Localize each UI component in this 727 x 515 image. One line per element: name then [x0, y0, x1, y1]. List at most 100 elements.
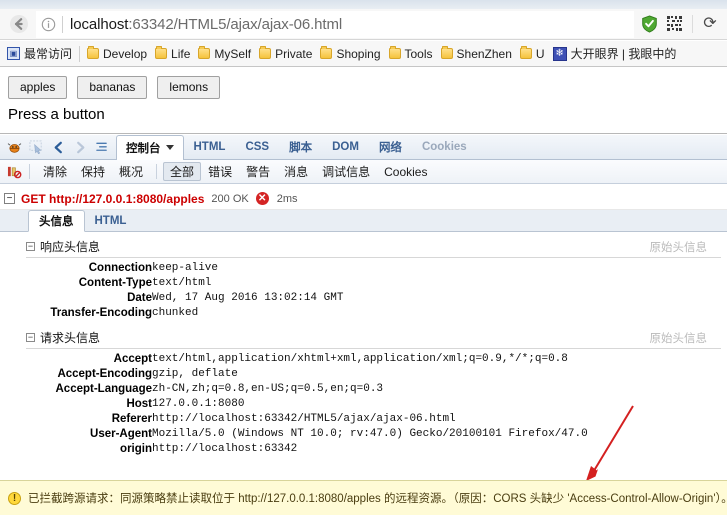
- tab-console[interactable]: 控制台: [116, 135, 184, 160]
- bananas-button[interactable]: bananas: [77, 76, 148, 99]
- tab-response-html[interactable]: HTML: [85, 210, 137, 231]
- bookmark-folder-private[interactable]: Private: [255, 44, 316, 64]
- header-name: Date: [127, 292, 152, 304]
- profile-button[interactable]: 概况: [112, 162, 150, 181]
- header-name: Accept-Language: [55, 383, 153, 395]
- tab-dom[interactable]: DOM: [322, 135, 369, 159]
- bookmark-folder-shoping[interactable]: Shoping: [316, 44, 384, 64]
- clear-button[interactable]: 清除: [36, 162, 74, 181]
- bookmark-folder-u[interactable]: U: [516, 44, 549, 64]
- tab-script[interactable]: 脚本: [279, 135, 322, 159]
- request-method-url[interactable]: GET http://127.0.0.1:8080/apples: [21, 192, 204, 206]
- browser-navigation-bar: localhost:63342/HTML5/ajax/ajax-06.html: [0, 9, 727, 40]
- forward-nav-icon[interactable]: [70, 137, 90, 157]
- paw-icon: ❄: [552, 46, 567, 61]
- url-bar[interactable]: localhost:63342/HTML5/ajax/ajax-06.html: [36, 10, 634, 38]
- header-value: Mozilla/5.0 (Windows NT 10.0; rv:47.0) G…: [152, 428, 588, 440]
- header-value: chunked: [152, 307, 199, 319]
- response-headers-title-row: − 响应头信息 原始头信息: [26, 238, 721, 258]
- back-arrow-icon[interactable]: [4, 11, 34, 37]
- toolbar-separator: [156, 164, 158, 179]
- reload-icon[interactable]: ⟳: [697, 11, 723, 37]
- page-viewport: apples bananas lemons Press a button: [0, 68, 727, 134]
- most-visited-icon: ▣: [7, 47, 20, 60]
- collapse-toggle-icon[interactable]: −: [26, 333, 35, 342]
- tab-network[interactable]: 网络: [369, 135, 412, 159]
- filter-all[interactable]: 全部: [163, 162, 202, 181]
- header-name: Accept: [113, 353, 152, 365]
- request-time: 2ms: [276, 192, 298, 205]
- lemons-button[interactable]: lemons: [157, 76, 221, 99]
- table-row: Connection keep-alive: [26, 261, 343, 276]
- response-headers-group: − 响应头信息 原始头信息 Connection keep-alive Cont…: [26, 238, 721, 321]
- table-row: Date Wed, 17 Aug 2016 13:02:14 GMT: [26, 291, 343, 306]
- header-name: Host: [126, 398, 152, 410]
- bookmark-folder-develop[interactable]: Develop: [83, 44, 151, 64]
- apples-button[interactable]: apples: [8, 76, 68, 99]
- header-value: text/html: [152, 277, 212, 289]
- persist-button[interactable]: 保持: [74, 162, 112, 181]
- clear-on-reload-icon[interactable]: [5, 163, 23, 181]
- header-name: origin: [120, 443, 152, 455]
- bookmark-folder-tools[interactable]: Tools: [385, 44, 437, 64]
- url-text: localhost:63342/HTML5/ajax/ajax-06.html: [70, 16, 342, 33]
- header-name: Content-Type: [78, 277, 152, 289]
- filter-errors[interactable]: 错误: [201, 162, 239, 181]
- network-request-row[interactable]: − GET http://127.0.0.1:8080/apples 200 O…: [0, 188, 727, 210]
- collapse-toggle-icon[interactable]: −: [4, 193, 15, 204]
- table-row: Transfer-Encoding chunked: [26, 306, 343, 321]
- tab-headers[interactable]: 头信息: [28, 210, 85, 232]
- tab-css[interactable]: CSS: [235, 135, 279, 159]
- console-filter-toolbar: 清除 保持 概况 全部 错误 警告 消息 调试信息 Cookies: [0, 160, 727, 184]
- header-value: http://localhost:63342: [152, 443, 298, 455]
- raw-headers-link[interactable]: 原始头信息: [650, 239, 708, 255]
- table-row: Content-Type text/html: [26, 276, 343, 291]
- demo-button-row: apples bananas lemons: [8, 76, 727, 99]
- bookmark-folder-life[interactable]: Life: [151, 44, 194, 64]
- table-row: User-Agent Mozilla/5.0 (Windows NT 10.0;…: [26, 427, 588, 442]
- filter-warnings[interactable]: 警告: [239, 162, 277, 181]
- folder-icon: [388, 46, 401, 59]
- bookmark-most-visited[interactable]: ▣ 最常访问: [3, 44, 76, 64]
- bookmark-folder-shenzhen[interactable]: ShenZhen: [437, 44, 516, 64]
- header-value: zh-CN,zh;q=0.8,en-US;q=0.5,en;q=0.3: [152, 383, 384, 395]
- firebug-bug-icon[interactable]: [4, 137, 24, 157]
- shield-icon[interactable]: [636, 11, 662, 37]
- header-value: http://localhost:63342/HTML5/ajax/ajax-0…: [152, 413, 456, 425]
- bookmark-site-dakaiyanjie[interactable]: ❄ 大开眼界 | 我眼中的: [549, 44, 681, 64]
- info-circle-icon[interactable]: [36, 17, 60, 32]
- header-value: 127.0.0.1:8080: [152, 398, 245, 410]
- table-row: origin http://localhost:63342: [26, 442, 588, 457]
- filter-cookies[interactable]: Cookies: [377, 164, 434, 180]
- bookmark-folder-myself[interactable]: MySelf: [194, 44, 255, 64]
- tab-label: 控制台: [126, 142, 161, 155]
- request-headers-table: Accept text/html,application/xhtml+xml,a…: [26, 352, 588, 457]
- bookmark-label: 最常访问: [24, 47, 73, 61]
- list-icon[interactable]: [92, 137, 112, 157]
- header-value: keep-alive: [152, 262, 219, 274]
- warning-icon: !: [8, 491, 21, 505]
- raw-headers-link[interactable]: 原始头信息: [650, 330, 708, 346]
- chevron-down-icon[interactable]: [165, 145, 174, 150]
- back-nav-icon[interactable]: [48, 137, 68, 157]
- url-divider: [62, 15, 63, 33]
- navbar-right-icons: ⟳: [636, 11, 727, 37]
- warning-message: 已拦截跨源请求：同源策略禁止读取位于 http://127.0.0.1:8080…: [28, 493, 727, 505]
- filter-debug[interactable]: 调试信息: [315, 162, 377, 181]
- collapse-toggle-icon[interactable]: −: [26, 242, 35, 251]
- tab-cookies[interactable]: Cookies: [412, 135, 477, 159]
- filter-info[interactable]: 消息: [277, 162, 315, 181]
- tab-html[interactable]: HTML: [184, 135, 236, 159]
- folder-icon: [440, 46, 453, 59]
- page-status-text: Press a button: [8, 106, 105, 123]
- reload-glyph: ⟳: [703, 15, 717, 32]
- qr-code-icon[interactable]: [662, 11, 688, 37]
- header-name: Referer: [111, 413, 152, 425]
- request-headers-group: − 请求头信息 原始头信息 Accept text/html,applicati…: [26, 329, 721, 457]
- navbar-separator: [692, 15, 693, 33]
- table-row: Accept-Language zh-CN,zh;q=0.8,en-US;q=0…: [26, 382, 588, 397]
- header-name: User-Agent: [90, 428, 152, 440]
- request-detail-tabs: 头信息 HTML: [0, 210, 727, 232]
- table-row: Accept-Encoding gzip, deflate: [26, 367, 588, 382]
- inspector-icon[interactable]: [26, 137, 46, 157]
